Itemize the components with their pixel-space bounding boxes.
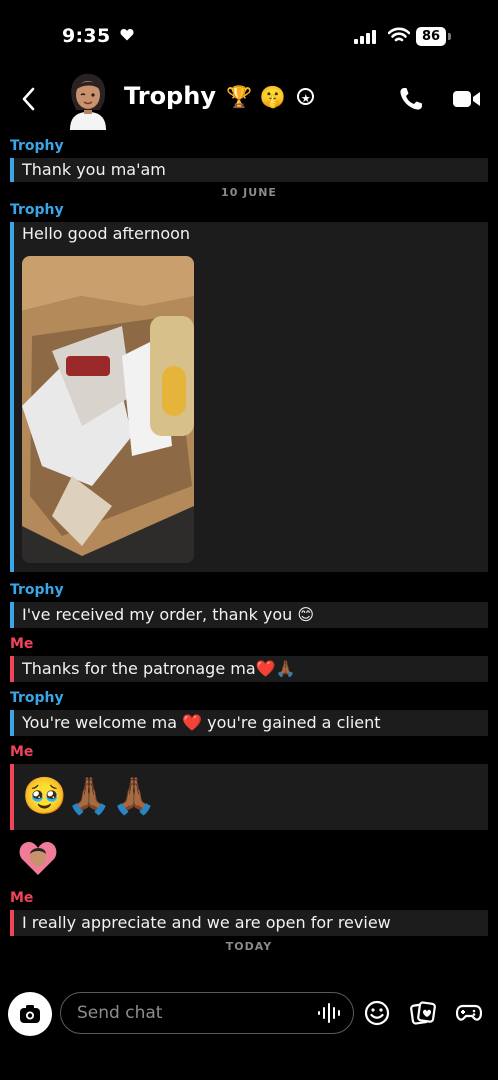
contact-name-group[interactable]: Trophy 🏆 🤫 ★ [124, 82, 315, 110]
emoji-icon[interactable] [364, 1000, 390, 1026]
order-photo[interactable] [22, 256, 194, 563]
message-bar [10, 764, 14, 830]
message-bubble[interactable]: Hello good afternoon [10, 222, 488, 572]
name-emojis: 🏆 🤫 [226, 85, 286, 109]
battery-indicator: 86 [416, 27, 446, 46]
message-text: You're welcome ma ❤️ you're gained a cli… [22, 713, 381, 732]
message-text: I really appreciate and we are open for … [22, 913, 391, 932]
message-bubble[interactable]: I've received my order, thank you 😊 [10, 602, 488, 628]
message-bar [10, 602, 14, 628]
input-placeholder: Send chat [77, 1003, 163, 1023]
contact-name: Trophy [124, 82, 216, 110]
message-text: Thanks for the patronage ma❤️🙏🏾 [22, 659, 296, 678]
message-text: Hello good afternoon [22, 224, 191, 243]
back-chevron-icon[interactable] [16, 82, 42, 116]
message-text: Thank you ma'am [22, 160, 166, 179]
message-bubble[interactable]: I really appreciate and we are open for … [10, 910, 488, 936]
sender-label: Trophy [10, 690, 64, 706]
star-badge-icon: ★ [297, 88, 315, 105]
chat-header: Trophy 🏆 🤫 ★ [0, 68, 498, 130]
send-chat-input[interactable]: Send chat [60, 992, 354, 1034]
message-bubble[interactable]: 🥹🙏🏾🙏🏾 [10, 764, 488, 830]
message-bubble[interactable]: Thanks for the patronage ma❤️🙏🏾 [10, 656, 488, 682]
message-bar [10, 222, 14, 572]
sender-label: Trophy [10, 582, 64, 598]
date-separator: TODAY [225, 940, 273, 953]
date-separator: 10 JUNE [221, 186, 277, 199]
message-text: I've received my order, thank you 😊 [22, 605, 315, 624]
message-bar [10, 910, 14, 936]
sender-label: Me [10, 636, 34, 652]
message-bar [10, 158, 14, 182]
wifi-icon [388, 27, 410, 42]
message-bubble[interactable]: Thank you ma'am [10, 158, 488, 182]
status-bar: 9:35 86 [0, 0, 498, 68]
game-controller-icon[interactable] [456, 1000, 482, 1026]
sender-label: Me [10, 890, 34, 906]
message-bubble[interactable]: You're welcome ma ❤️ you're gained a cli… [10, 710, 488, 736]
camera-icon [20, 1005, 40, 1023]
voice-note-icon[interactable] [317, 1003, 343, 1023]
camera-button[interactable] [8, 992, 52, 1036]
status-time: 9:35 [62, 25, 134, 47]
phone-call-icon[interactable] [398, 86, 424, 112]
bitmoji-heart-reaction [19, 842, 57, 875]
sender-label: Trophy [10, 202, 64, 218]
signal-icon [354, 30, 376, 44]
message-bar [10, 710, 14, 736]
heart-icon [120, 29, 134, 41]
message-bar [10, 656, 14, 682]
video-call-icon[interactable] [452, 88, 482, 110]
chat-composer: Send chat [0, 988, 498, 1080]
battery-tip [448, 33, 451, 40]
memories-sticker-icon[interactable] [410, 1000, 436, 1026]
sender-label: Trophy [10, 138, 64, 154]
message-text: 🥹🙏🏾🙏🏾 [22, 776, 157, 817]
sender-label: Me [10, 744, 34, 760]
contact-avatar[interactable] [60, 70, 116, 130]
